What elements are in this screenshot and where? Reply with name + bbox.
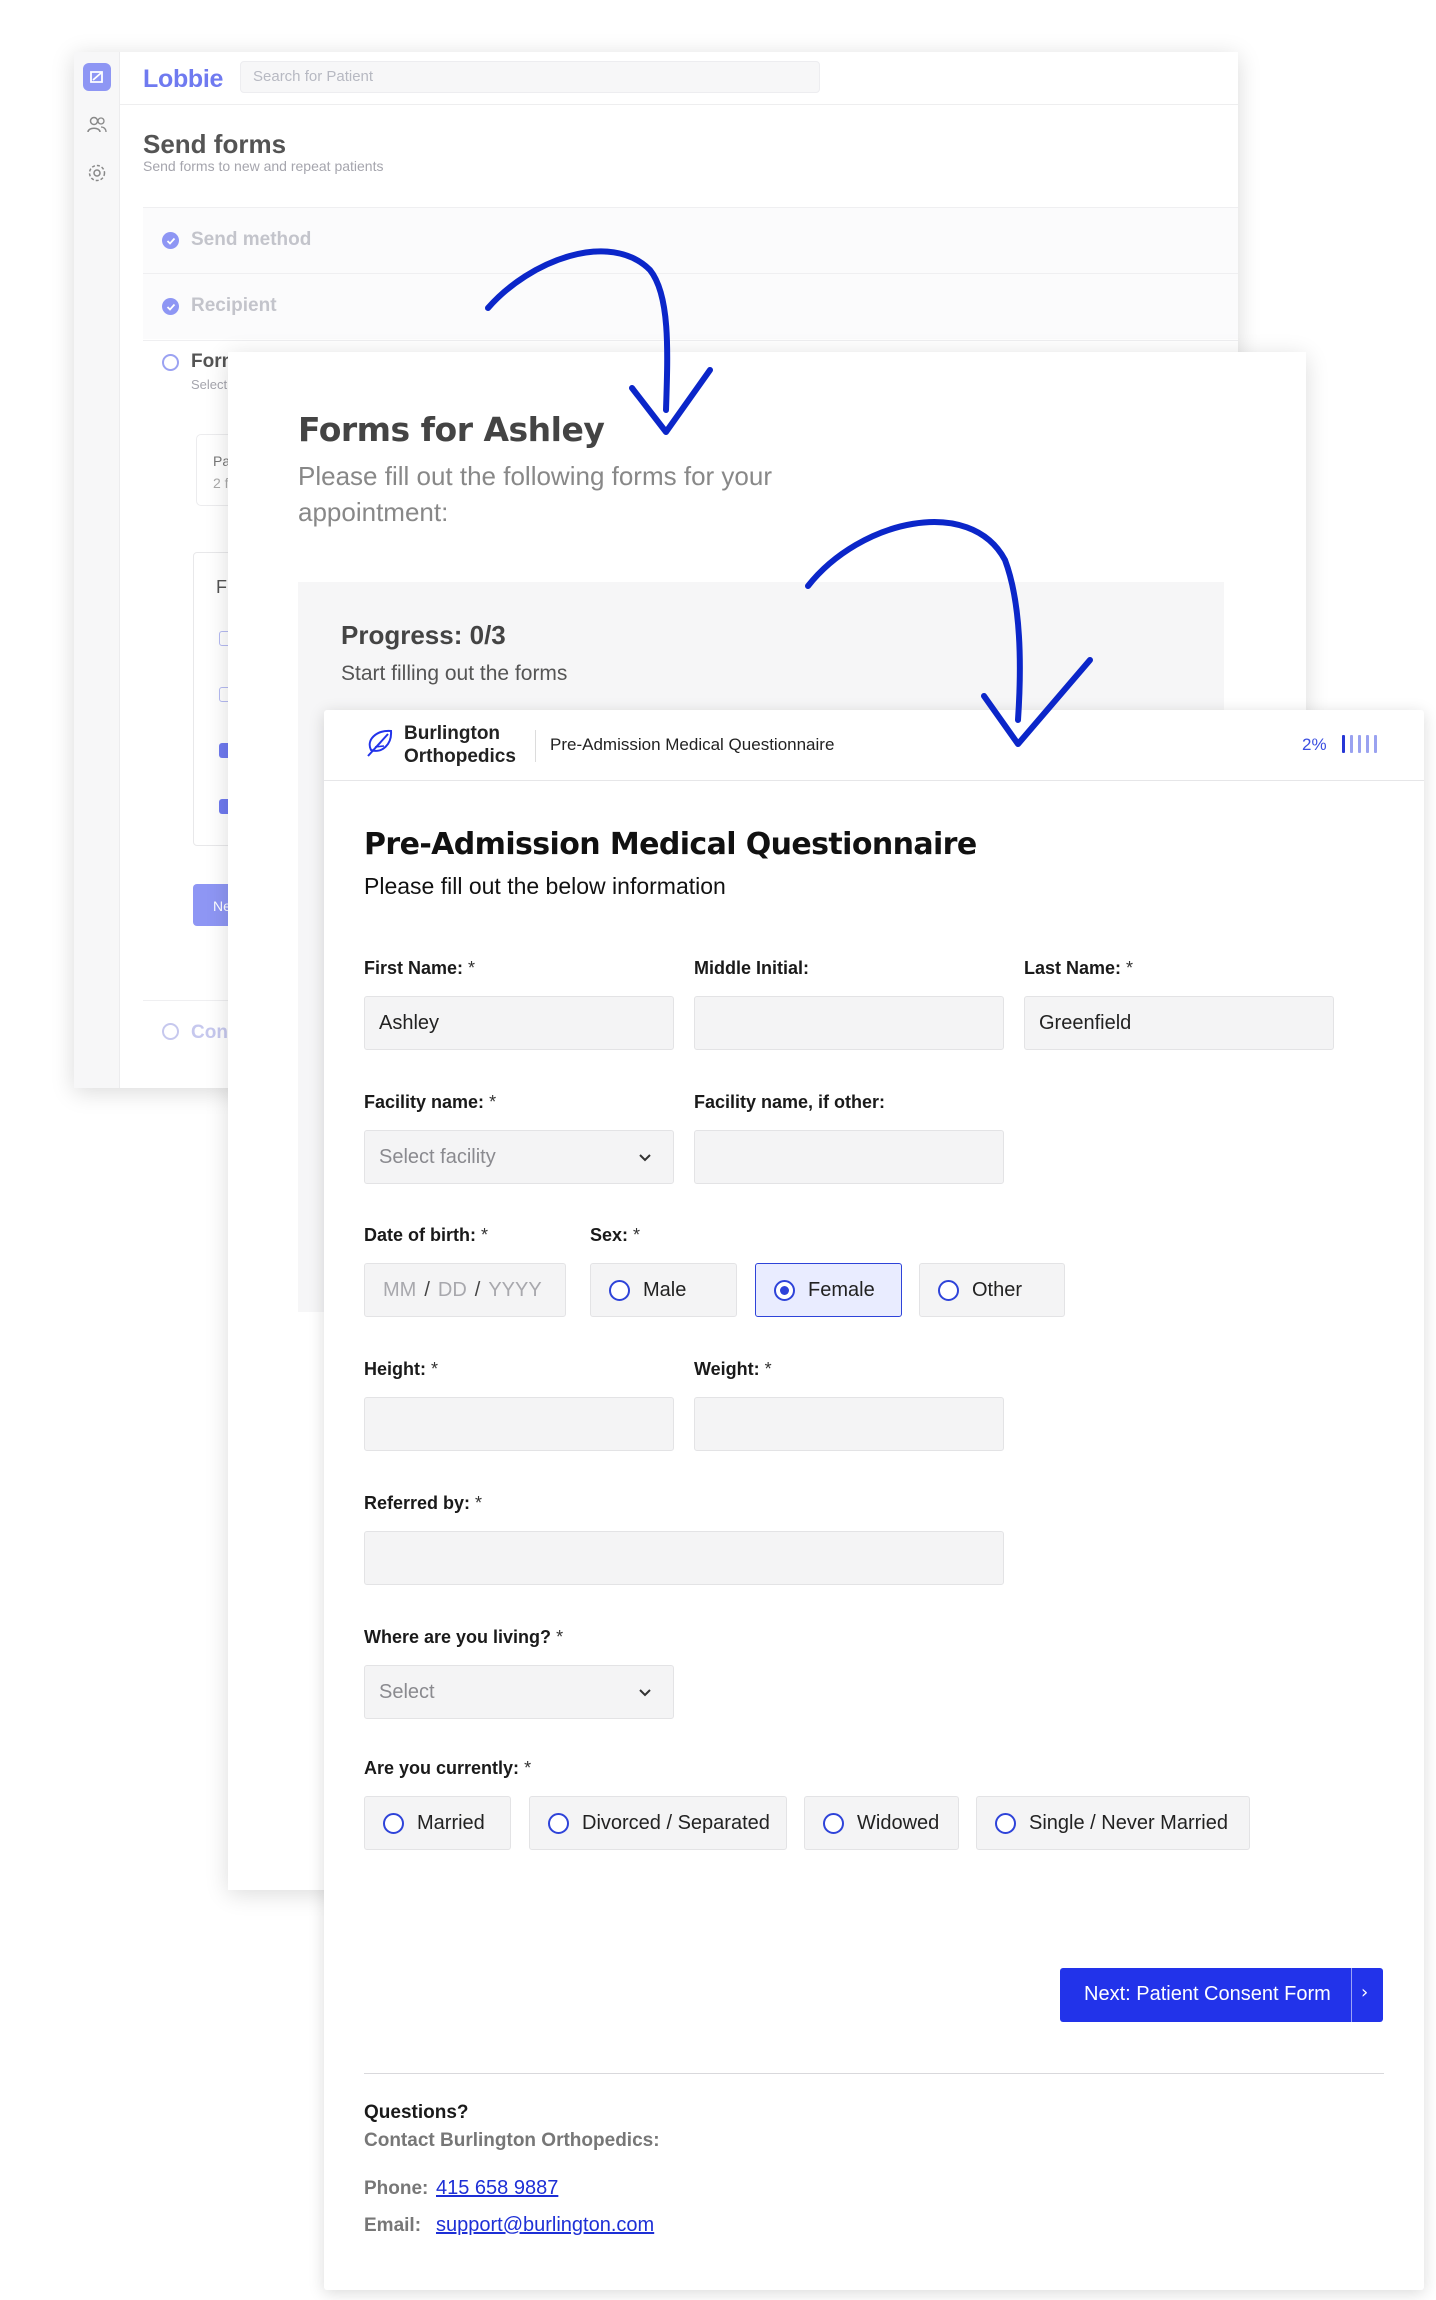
- checklist-heading: F: [216, 577, 227, 597]
- radio-icon: [938, 1280, 959, 1301]
- chevron-down-icon: [639, 1154, 651, 1162]
- next-form-button[interactable]: Next: Patient Consent Form ›: [1060, 1968, 1383, 2022]
- curved-arrow-icon: [485, 248, 713, 435]
- button-divider: [1351, 1968, 1352, 2022]
- composite-stage: Lobbie Search for Patient Send forms Sen…: [0, 0, 1436, 2300]
- gear-icon[interactable]: [86, 162, 108, 184]
- dob-day: DD: [437, 1279, 467, 1301]
- step-sublabel: Select: [191, 377, 228, 392]
- marital-option-divorced[interactable]: Divorced / Separated: [529, 1796, 787, 1850]
- marital-label: Are you currently: *: [364, 1758, 532, 1778]
- dob-label: Date of birth: *: [364, 1225, 489, 1245]
- progress-percent: 2%: [1302, 735, 1327, 754]
- facility-select-value: Select facility: [379, 1146, 496, 1168]
- facility-other-input[interactable]: [694, 1130, 1004, 1184]
- last-name-label: Last Name: *: [1024, 958, 1134, 978]
- step-label: Recipient: [191, 295, 277, 316]
- sex-option-other[interactable]: Other: [919, 1263, 1065, 1317]
- chevron-down-icon: [639, 1689, 651, 1697]
- dob-input[interactable]: MM / DD / YYYY: [364, 1263, 566, 1317]
- header-form-name: Pre-Admission Medical Questionnaire: [550, 735, 835, 754]
- check-icon: [162, 232, 179, 249]
- radio-icon: [548, 1813, 569, 1834]
- sex-option-female[interactable]: Female: [755, 1263, 902, 1317]
- dob-separator: /: [474, 1279, 481, 1301]
- step-radio-icon: [162, 354, 179, 371]
- phone-link[interactable]: 415 658 9887: [436, 2177, 558, 2200]
- org-name: Burlington Orthopedics: [404, 722, 516, 768]
- dob-separator: /: [424, 1279, 430, 1301]
- dob-year: YYYY: [488, 1279, 542, 1301]
- radio-icon: [609, 1280, 630, 1301]
- radio-selected-icon: [774, 1280, 795, 1301]
- patient-search-input[interactable]: Search for Patient: [240, 61, 820, 93]
- header-divider: [535, 730, 536, 762]
- contact-line: Contact Burlington Orthopedics:: [364, 2130, 660, 2151]
- radio-icon: [995, 1813, 1016, 1834]
- referred-by-input[interactable]: [364, 1531, 1004, 1585]
- marital-option-married[interactable]: Married: [364, 1796, 511, 1850]
- dob-month: MM: [383, 1279, 417, 1301]
- progress-bar-segment: [1366, 735, 1369, 753]
- sex-option-male[interactable]: Male: [590, 1263, 737, 1317]
- progress-bar-segment: [1358, 735, 1361, 753]
- footer-divider: [364, 2073, 1384, 2074]
- curved-arrow-icon: [805, 519, 1093, 747]
- height-input[interactable]: [364, 1397, 674, 1451]
- last-name-input[interactable]: Greenfield: [1024, 996, 1334, 1050]
- step-radio-icon: [162, 1023, 179, 1040]
- form-subtitle: Please fill out the below information: [364, 873, 726, 899]
- org-name-line1: Burlington: [404, 723, 501, 744]
- living-label: Where are you living? *: [364, 1627, 564, 1647]
- marital-option-single[interactable]: Single / Never Married: [976, 1796, 1250, 1850]
- facility-select[interactable]: Select facility: [364, 1130, 674, 1184]
- org-name-line2: Orthopedics: [404, 746, 516, 767]
- page-title: Send forms: [143, 129, 287, 159]
- check-icon: [162, 298, 179, 315]
- middle-initial-label: Middle Initial:: [694, 958, 809, 978]
- first-name-input[interactable]: Ashley: [364, 996, 674, 1050]
- first-name-label: First Name: *: [364, 958, 476, 978]
- next-form-button-label: Next: Patient Consent Form: [1084, 1983, 1331, 2005]
- radio-icon: [823, 1813, 844, 1834]
- feather-logo-icon: [362, 726, 396, 760]
- email-link[interactable]: support@burlington.com: [436, 2214, 654, 2237]
- lobbie-logo-icon[interactable]: [83, 63, 111, 91]
- header-divider: [120, 104, 1238, 105]
- progress-label: Progress: 0/3: [341, 620, 506, 650]
- sidebar-rail: [74, 52, 120, 1088]
- referred-by-label: Referred by: *: [364, 1493, 483, 1513]
- facility-other-label: Facility name, if other:: [694, 1092, 886, 1112]
- marital-option-widowed[interactable]: Widowed: [804, 1796, 959, 1850]
- phone-label: Phone:: [364, 2178, 429, 2199]
- users-icon[interactable]: [86, 114, 108, 136]
- patient-card-sub: 2 f: [213, 475, 229, 491]
- middle-initial-input[interactable]: [694, 996, 1004, 1050]
- portal-subtitle: Please fill out the following forms for …: [298, 461, 772, 527]
- height-label: Height: *: [364, 1359, 439, 1379]
- email-label: Email:: [364, 2215, 422, 2236]
- step-label: Send method: [191, 229, 312, 250]
- questions-heading: Questions?: [364, 2102, 469, 2123]
- weight-label: Weight: *: [694, 1359, 772, 1379]
- page-subtitle: Send forms to new and repeat patients: [143, 158, 384, 174]
- form-title: Pre-Admission Medical Questionnaire: [364, 827, 977, 862]
- facility-label: Facility name: *: [364, 1092, 497, 1112]
- chevron-right-icon: ›: [1361, 1982, 1369, 2003]
- progress-sublabel: Start filling out the forms: [341, 662, 568, 685]
- progress-bar-segment: [1350, 735, 1353, 753]
- sex-label: Sex: *: [590, 1225, 641, 1245]
- radio-icon: [383, 1813, 404, 1834]
- questionnaire-window: Burlington Orthopedics Pre-Admission Med…: [324, 710, 1424, 2290]
- progress-bar-segment: [1342, 735, 1345, 753]
- progress-bar-segment: [1374, 735, 1377, 753]
- lobbie-brand: Lobbie: [143, 65, 224, 93]
- living-select[interactable]: Select: [364, 1665, 674, 1719]
- progress-bars: [1342, 735, 1377, 753]
- weight-input[interactable]: [694, 1397, 1004, 1451]
- living-select-value: Select: [379, 1681, 435, 1703]
